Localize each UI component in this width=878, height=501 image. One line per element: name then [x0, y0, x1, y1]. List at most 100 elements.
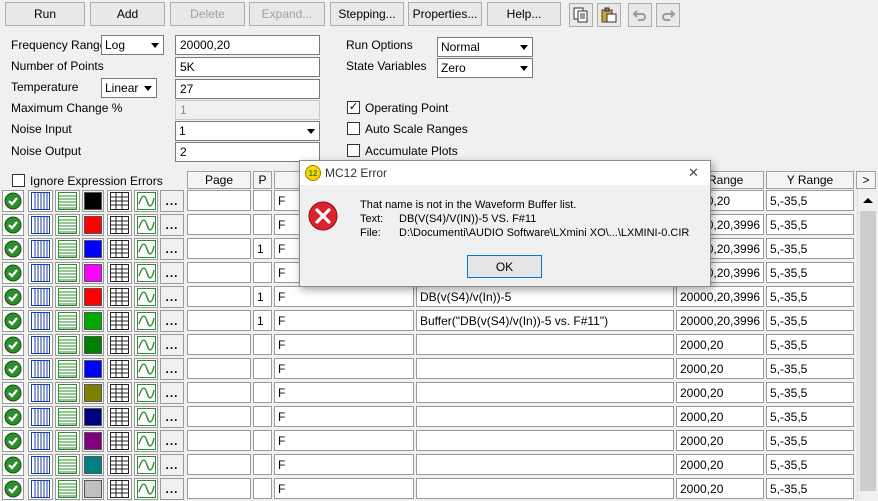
horizontal-grid-icon[interactable] — [55, 238, 80, 260]
grid-lines-icon[interactable] — [28, 358, 53, 380]
y-range-column-header[interactable]: Y Range — [766, 171, 854, 189]
x-expression-cell[interactable]: F — [274, 430, 414, 451]
add-button[interactable]: Add — [90, 2, 165, 26]
run-button[interactable]: Run — [5, 2, 85, 26]
horizontal-grid-icon[interactable] — [55, 310, 80, 332]
expand-button[interactable]: Expand... — [249, 2, 325, 26]
stepping-button[interactable]: Stepping... — [330, 2, 404, 26]
y-range-cell[interactable]: 5,-35,5 — [766, 310, 854, 331]
grid-lines-icon[interactable] — [28, 190, 53, 212]
grid-lines-icon[interactable] — [28, 238, 53, 260]
enabled-check-icon[interactable] — [2, 190, 24, 212]
y-range-cell[interactable]: 5,-35,5 — [766, 478, 854, 499]
p-cell[interactable] — [253, 406, 272, 427]
options-button[interactable]: ... — [160, 478, 184, 500]
horizontal-grid-icon[interactable] — [55, 454, 80, 476]
enabled-check-icon[interactable] — [2, 382, 24, 404]
y-range-cell[interactable]: 5,-35,5 — [766, 430, 854, 451]
page-cell[interactable] — [187, 478, 251, 499]
grid-lines-icon[interactable] — [28, 454, 53, 476]
p-cell[interactable] — [253, 190, 272, 211]
trace-color-swatch[interactable] — [82, 382, 104, 404]
p-cell[interactable] — [253, 478, 272, 499]
y-expression-cell[interactable] — [416, 478, 674, 499]
table-format-icon[interactable] — [107, 310, 132, 332]
waveform-icon[interactable] — [134, 190, 158, 212]
auto-scale-ranges-checkbox[interactable] — [347, 122, 360, 135]
help-button[interactable]: Help... — [487, 2, 561, 26]
options-button[interactable]: ... — [160, 406, 184, 428]
properties-button[interactable]: Properties... — [408, 2, 482, 26]
y-range-cell[interactable]: 5,-35,5 — [766, 358, 854, 379]
horizontal-grid-icon[interactable] — [55, 382, 80, 404]
table-format-icon[interactable] — [107, 406, 132, 428]
waveform-icon[interactable] — [134, 430, 158, 452]
y-expression-cell[interactable] — [416, 382, 674, 403]
y-range-cell[interactable]: 5,-35,5 — [766, 334, 854, 355]
grid-lines-icon[interactable] — [28, 310, 53, 332]
options-button[interactable]: ... — [160, 214, 184, 236]
options-button[interactable]: ... — [160, 190, 184, 212]
table-format-icon[interactable] — [107, 334, 132, 356]
table-format-icon[interactable] — [107, 430, 132, 452]
x-expression-cell[interactable]: F — [274, 478, 414, 499]
page-cell[interactable] — [187, 430, 251, 451]
x-expression-cell[interactable]: F — [274, 454, 414, 475]
page-cell[interactable] — [187, 262, 251, 283]
enabled-check-icon[interactable] — [2, 262, 24, 284]
waveform-icon[interactable] — [134, 406, 158, 428]
table-format-icon[interactable] — [107, 262, 132, 284]
ok-button[interactable]: OK — [467, 255, 542, 278]
horizontal-grid-icon[interactable] — [55, 262, 80, 284]
trace-color-swatch[interactable] — [82, 358, 104, 380]
waveform-icon[interactable] — [134, 358, 158, 380]
table-format-icon[interactable] — [107, 358, 132, 380]
state-variables-select[interactable]: Zero — [437, 58, 533, 78]
horizontal-grid-icon[interactable] — [55, 214, 80, 236]
delete-button[interactable]: Delete — [170, 2, 245, 26]
grid-lines-icon[interactable] — [28, 478, 53, 500]
enabled-check-icon[interactable] — [2, 214, 24, 236]
x-expression-cell[interactable]: F — [274, 334, 414, 355]
temperature-mode-select[interactable]: Linear — [101, 78, 157, 98]
trace-color-swatch[interactable] — [82, 262, 104, 284]
noise-output-field[interactable]: 2 — [175, 142, 320, 162]
trace-color-swatch[interactable] — [82, 190, 104, 212]
waveform-icon[interactable] — [134, 262, 158, 284]
page-cell[interactable] — [187, 238, 251, 259]
temperature-field[interactable]: 27 — [175, 79, 320, 99]
x-range-cell[interactable]: 2000,20 — [676, 358, 764, 379]
page-cell[interactable] — [187, 406, 251, 427]
more-columns-button[interactable]: > — [856, 171, 876, 189]
horizontal-grid-icon[interactable] — [55, 430, 80, 452]
options-button[interactable]: ... — [160, 334, 184, 356]
x-range-cell[interactable]: 2000,20 — [676, 454, 764, 475]
x-expression-cell[interactable]: F — [274, 406, 414, 427]
y-range-cell[interactable]: 5,-35,5 — [766, 406, 854, 427]
x-expression-cell[interactable]: F — [274, 358, 414, 379]
page-cell[interactable] — [187, 286, 251, 307]
grid-lines-icon[interactable] — [28, 382, 53, 404]
trace-color-swatch[interactable] — [82, 430, 104, 452]
grid-lines-icon[interactable] — [28, 430, 53, 452]
y-expression-cell[interactable]: DB(v(S4)/v(In))-5 — [416, 286, 674, 307]
close-icon[interactable]: ✕ — [688, 165, 699, 181]
y-expression-cell[interactable]: Buffer("DB(v(S4)/v(In))-5 vs. F#11") — [416, 310, 674, 331]
trace-color-swatch[interactable] — [82, 238, 104, 260]
scroll-up-icon[interactable] — [862, 193, 874, 207]
accumulate-plots-checkbox[interactable] — [347, 144, 360, 157]
enabled-check-icon[interactable] — [2, 478, 24, 500]
scrollbar-thumb[interactable] — [860, 211, 876, 491]
y-range-cell[interactable]: 5,-35,5 — [766, 382, 854, 403]
table-format-icon[interactable] — [107, 382, 132, 404]
copy-icon[interactable] — [569, 3, 593, 27]
y-expression-cell[interactable] — [416, 454, 674, 475]
y-expression-cell[interactable] — [416, 430, 674, 451]
ignore-expression-errors-checkbox[interactable] — [12, 174, 25, 187]
p-cell[interactable] — [253, 430, 272, 451]
y-range-cell[interactable]: 5,-35,5 — [766, 214, 854, 235]
waveform-icon[interactable] — [134, 310, 158, 332]
grid-lines-icon[interactable] — [28, 262, 53, 284]
grid-lines-icon[interactable] — [28, 406, 53, 428]
page-cell[interactable] — [187, 214, 251, 235]
